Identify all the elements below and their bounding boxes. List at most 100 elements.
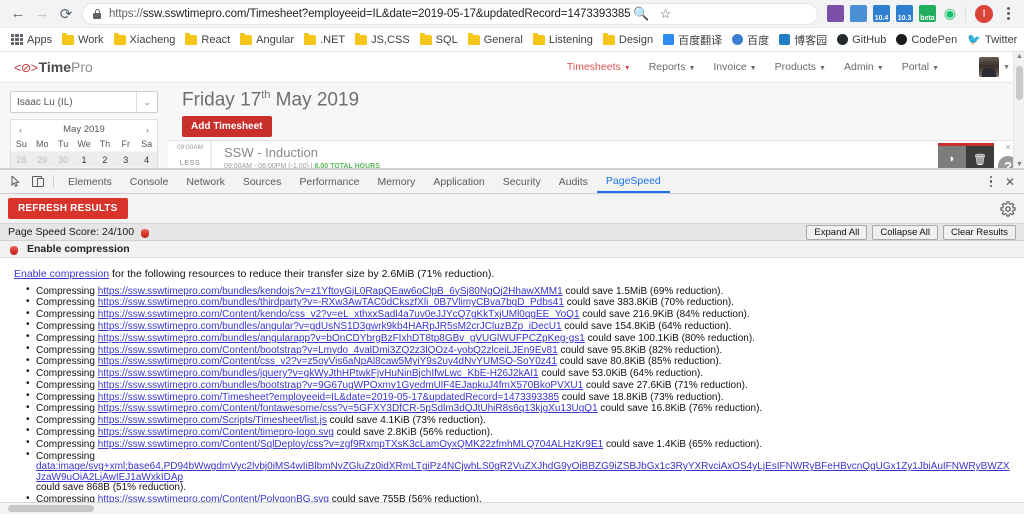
- calendar-day[interactable]: 7: [53, 167, 74, 169]
- resource-link[interactable]: https://ssw.sswtimepro.com/Scripts/Times…: [98, 415, 327, 426]
- resource-link[interactable]: https://ssw.sswtimepro.com/Content/fonta…: [98, 403, 598, 414]
- calendar-day[interactable]: 11: [136, 167, 157, 169]
- add-timesheet-button[interactable]: Add Timesheet: [182, 116, 272, 137]
- extension-icon-4[interactable]: 10.3: [896, 5, 913, 22]
- resource-link[interactable]: https://ssw.sswtimepro.com/Content/boots…: [98, 345, 558, 356]
- resource-link[interactable]: https://ssw.sswtimepro.com/Content/css_v…: [98, 356, 557, 367]
- resource-link-datauri[interactable]: data:image/svg+xml;base64,PD94bWwgdmVyc2…: [36, 461, 1010, 483]
- address-bar[interactable]: https://ssw.sswtimepro.com/Timesheet?emp…: [82, 3, 818, 25]
- resource-link[interactable]: https://ssw.sswtimepro.com/Content/timep…: [98, 427, 334, 438]
- collapse-all-button[interactable]: Collapse All: [872, 225, 938, 240]
- bookmark-work[interactable]: Work: [57, 32, 108, 48]
- bookmark-dotnet[interactable]: .NET: [299, 32, 350, 48]
- reload-icon[interactable]: ⟳: [54, 2, 78, 26]
- devtools-horizontal-scrollbar[interactable]: [0, 502, 1024, 514]
- timepro-logo[interactable]: <⊘>TimePro: [14, 59, 93, 75]
- bookmark-jscss[interactable]: JS,CSS: [350, 32, 415, 48]
- tab-performance[interactable]: Performance: [290, 170, 368, 193]
- calendar-day[interactable]: 30: [53, 151, 74, 167]
- tab-elements[interactable]: Elements: [59, 170, 121, 193]
- resource-link[interactable]: https://ssw.sswtimepro.com/Content/Polyg…: [98, 494, 329, 502]
- resource-link[interactable]: https://ssw.sswtimepro.com/bundles/boots…: [98, 380, 584, 391]
- page-scrollbar-thumb[interactable]: [1016, 66, 1023, 100]
- extension-icon-2[interactable]: [850, 5, 867, 22]
- rule-header-enable-compression[interactable]: Enable compression: [0, 241, 1024, 258]
- calendar-day[interactable]: 3: [115, 151, 136, 167]
- cursor-inspect-icon[interactable]: [4, 170, 26, 193]
- calendar-day[interactable]: 8: [74, 167, 95, 169]
- nav-admin[interactable]: Admin▼: [844, 61, 884, 73]
- tab-network[interactable]: Network: [177, 170, 234, 193]
- resource-link[interactable]: https://ssw.sswtimepro.com/Timesheet?emp…: [98, 392, 559, 403]
- tab-console[interactable]: Console: [121, 170, 178, 193]
- bookmark-apps[interactable]: Apps: [6, 32, 57, 48]
- nav-invoice[interactable]: Invoice▼: [713, 61, 756, 73]
- nav-reports[interactable]: Reports▼: [649, 61, 696, 73]
- bookmark-listening[interactable]: Listening: [528, 32, 598, 48]
- bookmark-xiacheng[interactable]: Xiacheng: [109, 32, 181, 48]
- scroll-up-arrow-icon[interactable]: ▲: [1016, 53, 1023, 60]
- calendar-day[interactable]: 9: [94, 167, 115, 169]
- extension-icon-3[interactable]: 10.4: [873, 5, 890, 22]
- nav-products[interactable]: Products▼: [775, 61, 826, 73]
- bookmark-twitter[interactable]: 🐦Twitter: [962, 31, 1022, 48]
- bookmark-general[interactable]: General: [463, 32, 528, 48]
- calendar-prev-button[interactable]: ‹: [19, 125, 22, 135]
- bookmark-cnblogs[interactable]: 博客园: [774, 30, 832, 50]
- grammarly-icon[interactable]: ◉: [939, 3, 961, 25]
- bookmark-baidu[interactable]: 百度: [727, 30, 774, 50]
- tab-sources[interactable]: Sources: [234, 170, 291, 193]
- resource-link[interactable]: https://ssw.sswtimepro.com/Content/SqlDe…: [98, 439, 603, 450]
- calendar-day[interactable]: 28: [11, 151, 32, 167]
- extension-icon-1[interactable]: [827, 5, 844, 22]
- tab-application[interactable]: Application: [424, 170, 493, 193]
- calendar-day[interactable]: 4: [136, 151, 157, 167]
- calendar-day[interactable]: 6: [32, 167, 53, 169]
- calendar-next-button[interactable]: ›: [146, 125, 149, 135]
- close-icon[interactable]: ✕: [1000, 175, 1020, 189]
- calendar-day[interactable]: 2: [94, 151, 115, 167]
- close-icon[interactable]: ✕: [1005, 143, 1012, 152]
- entry-timer-icon[interactable]: ◗: [938, 146, 966, 169]
- gear-icon[interactable]: [1000, 201, 1016, 217]
- back-arrow-icon[interactable]: ←: [6, 2, 30, 26]
- tab-security[interactable]: Security: [494, 170, 550, 193]
- chrome-menu-icon[interactable]: [998, 7, 1018, 20]
- nav-timesheets[interactable]: Timesheets▼: [567, 61, 631, 73]
- resource-link[interactable]: https://ssw.sswtimepro.com/bundles/jquer…: [98, 368, 539, 379]
- calendar-day[interactable]: 5: [11, 167, 32, 169]
- tab-memory[interactable]: Memory: [368, 170, 424, 193]
- device-toolbar-icon[interactable]: [26, 170, 48, 193]
- resource-link[interactable]: https://ssw.sswtimepro.com/bundles/kendo…: [98, 286, 563, 297]
- bookmark-github[interactable]: GitHub: [832, 32, 891, 48]
- nav-portal[interactable]: Portal▼: [902, 61, 939, 73]
- bookmark-star-icon[interactable]: ☆: [654, 3, 676, 25]
- bookmark-sql[interactable]: SQL: [415, 32, 463, 48]
- resource-link[interactable]: https://ssw.sswtimepro.com/bundles/third…: [98, 297, 564, 308]
- bookmark-design[interactable]: Design: [598, 32, 658, 48]
- tab-pagespeed[interactable]: PageSpeed: [597, 170, 670, 193]
- enable-compression-link[interactable]: Enable compression: [14, 268, 109, 280]
- scroll-down-arrow-icon[interactable]: ▼: [1016, 161, 1023, 168]
- clear-results-button[interactable]: Clear Results: [943, 225, 1016, 240]
- bookmark-react[interactable]: React: [180, 32, 235, 48]
- forward-arrow-icon[interactable]: →: [30, 2, 54, 26]
- calendar-day[interactable]: 29: [32, 151, 53, 167]
- resource-link[interactable]: https://ssw.sswtimepro.com/bundles/angul…: [98, 333, 585, 344]
- calendar-day[interactable]: 1: [74, 151, 95, 167]
- bookmark-angular[interactable]: Angular: [235, 32, 299, 48]
- resource-link[interactable]: https://ssw.sswtimepro.com/Content/kendo…: [98, 309, 580, 320]
- search-icon[interactable]: 🔍: [630, 3, 652, 25]
- page-scrollbar[interactable]: ▲ ▼: [1013, 52, 1024, 169]
- extension-icon-5[interactable]: beta: [919, 5, 936, 22]
- calendar-day[interactable]: 10: [115, 167, 136, 169]
- expand-all-button[interactable]: Expand All: [806, 225, 867, 240]
- bookmark-codepen[interactable]: CodePen: [891, 32, 962, 48]
- entry-delete-icon[interactable]: 🗑: [966, 146, 994, 169]
- tab-audits[interactable]: Audits: [550, 170, 597, 193]
- employee-select[interactable]: Isaac Lu (IL) ⌄: [10, 91, 158, 113]
- refresh-results-button[interactable]: REFRESH RESULTS: [8, 198, 128, 219]
- profile-avatar[interactable]: I: [975, 5, 993, 23]
- timesheet-entry[interactable]: 09:00AM LESS 1.00 SSW - Induction 09:00A…: [168, 140, 1024, 169]
- bookmark-baidu-fanyi[interactable]: 百度翻译: [658, 30, 727, 50]
